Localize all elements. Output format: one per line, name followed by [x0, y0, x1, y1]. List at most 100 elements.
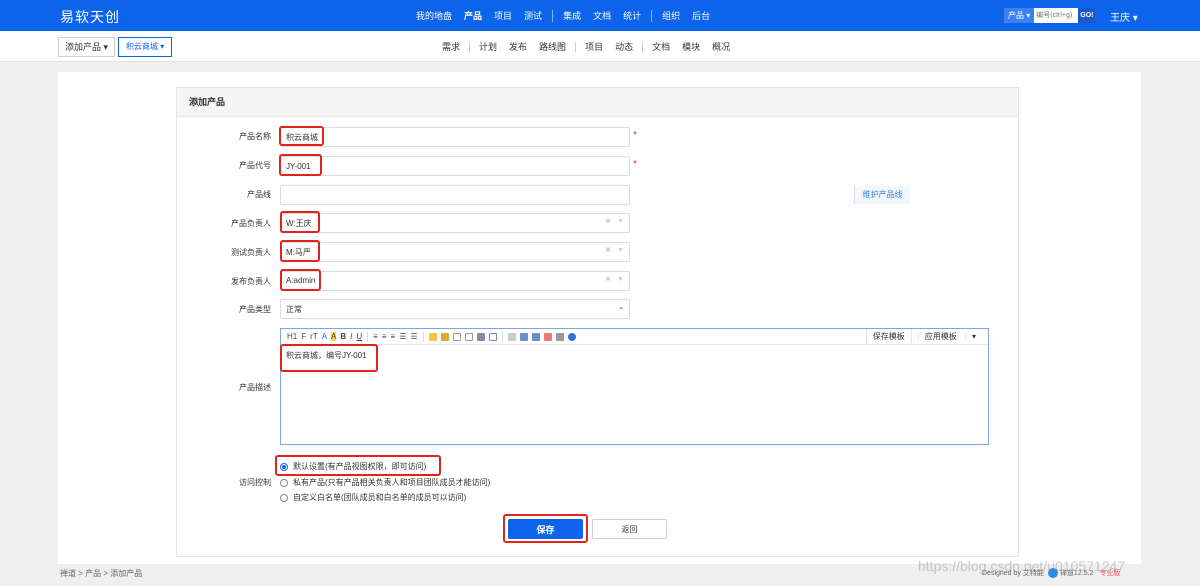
table-icon[interactable] — [464, 332, 473, 341]
chevron-down-icon: ▼ — [617, 218, 624, 225]
clear-icon[interactable]: × — [605, 274, 611, 285]
name-input[interactable] — [281, 128, 629, 146]
font-size-button[interactable]: rT — [310, 332, 318, 341]
highlight-color-button[interactable]: A — [331, 332, 337, 341]
redo-icon[interactable] — [531, 332, 540, 341]
underline-button[interactable]: U — [356, 332, 362, 341]
acl-option-private[interactable]: 私有产品(只有产品相关负责人和项目团队成员才能访问) — [280, 477, 490, 488]
name-label: 产品名称 — [239, 132, 271, 141]
search-go-button[interactable]: GO! — [1078, 8, 1096, 23]
code-field[interactable] — [280, 156, 630, 176]
clear-icon[interactable]: × — [605, 216, 611, 227]
align-left-icon[interactable]: ≡ — [373, 332, 378, 341]
breadcrumb-add-product[interactable]: 添加产品 ▾ — [58, 37, 116, 57]
radio-icon[interactable] — [280, 493, 288, 502]
nav-my[interactable]: 我的地盘 — [416, 9, 452, 22]
acl-option-custom[interactable]: 自定义白名单(团队成员和白名单的成员可以访问) — [280, 492, 466, 503]
back-button[interactable]: 返回 — [592, 519, 667, 539]
eraser-icon[interactable] — [507, 332, 516, 341]
font-color-button[interactable]: A — [322, 332, 327, 341]
radio-icon[interactable] — [280, 478, 288, 487]
select-all-icon[interactable] — [543, 332, 552, 341]
rd-value: A:admin — [286, 276, 316, 285]
template-buttons: 保存模板 应用模板 ▾ — [865, 329, 988, 345]
chevron-down-icon: ▾ — [1132, 13, 1138, 24]
nav-project[interactable]: 项目 — [494, 9, 512, 22]
nav-ci[interactable]: 集成 — [563, 9, 581, 22]
acl-option-default[interactable]: 默认设置(有产品视图权限，即可访问) — [280, 461, 426, 472]
unordered-list-icon[interactable]: ☰ — [410, 332, 417, 341]
product-sub-nav: 需求 计划 发布 路线图 项目 动态 文档 模块 概况 — [436, 31, 736, 62]
heading-button[interactable]: H1 — [287, 332, 297, 341]
name-field[interactable] — [280, 127, 630, 147]
paste-icon[interactable] — [555, 332, 564, 341]
font-family-button[interactable]: F — [301, 332, 306, 341]
line-label: 产品线 — [247, 190, 271, 199]
code-icon[interactable] — [452, 332, 461, 341]
search-input[interactable] — [1034, 8, 1079, 23]
nav-divider — [552, 9, 554, 22]
save-template-button[interactable]: 保存模板 — [865, 329, 911, 345]
save-button[interactable]: 保存 — [508, 519, 583, 539]
nav-product[interactable]: 产品 — [464, 9, 482, 22]
acl-option-label: 默认设置(有产品视图权限，即可访问) — [293, 462, 427, 471]
breadcrumb-label: 添加产品 — [65, 42, 102, 52]
bold-button[interactable]: B — [340, 332, 346, 341]
footer-breadcrumb: 禅道 > 产品 > 添加产品 — [60, 569, 143, 578]
nav-divider — [651, 9, 653, 22]
required-mark: * — [633, 159, 637, 170]
subnav-view[interactable]: 概况 — [712, 40, 730, 53]
italic-button[interactable]: I — [350, 332, 352, 341]
subnav-module[interactable]: 模块 — [682, 40, 700, 53]
align-center-icon[interactable]: ≡ — [382, 332, 387, 341]
toolbar-divider — [367, 331, 369, 342]
rd-select[interactable]: A:admin × ▼ — [280, 271, 630, 291]
subnav-project[interactable]: 项目 — [585, 40, 603, 53]
apply-template-button[interactable]: 应用模板 ▾ — [910, 329, 988, 345]
subnav-doc[interactable]: 文档 — [652, 40, 670, 53]
breadcrumb-label: 积云商城 — [126, 42, 158, 51]
type-select[interactable]: 正常 ⌄ — [280, 299, 630, 319]
undo-icon[interactable] — [519, 332, 528, 341]
chevron-down-icon: ⌄ — [618, 304, 624, 311]
po-select[interactable]: W:王庆 × ▼ — [280, 213, 630, 233]
edition-label[interactable]: 专业版 — [1099, 568, 1120, 578]
ordered-list-icon[interactable]: ☰ — [399, 332, 406, 341]
chevron-down-icon: ▾ — [964, 332, 982, 341]
acl-option-label: 私有产品(只有产品相关负责人和项目团队成员才能访问) — [293, 478, 491, 487]
clear-icon[interactable]: × — [605, 245, 611, 256]
code-input[interactable] — [281, 157, 629, 175]
qd-select[interactable]: M:马严 × ▼ — [280, 242, 630, 262]
subnav-story[interactable]: 需求 — [442, 40, 460, 53]
top-navbar: 易软天创 我的地盘 产品 项目 测试 集成 文档 统计 组织 后台 产品 ▾ G… — [0, 0, 1200, 31]
fullscreen-icon[interactable] — [488, 332, 497, 341]
user-menu[interactable]: 王庆 ▾ — [1110, 9, 1138, 24]
subnav-divider — [469, 41, 471, 52]
nav-admin[interactable]: 后台 — [692, 9, 710, 22]
help-icon[interactable] — [567, 332, 576, 341]
version-label[interactable]: 禅道12.5.2 — [1060, 568, 1093, 578]
line-select[interactable]: 维护产品线 — [280, 185, 910, 205]
subnav-release[interactable]: 发布 — [509, 40, 527, 53]
editor-toolbar: H1 F rT A A B I U ≡ ≡ ≡ ☰ ☰ 保存模板 应用模板 ▾ — [281, 329, 988, 345]
breadcrumb-product[interactable]: 积云商城 ▾ — [118, 37, 173, 57]
emoji-icon[interactable] — [428, 332, 437, 341]
rich-text-editor[interactable]: H1 F rT A A B I U ≡ ≡ ≡ ☰ ☰ 保存模板 应用模板 ▾ … — [280, 328, 989, 445]
brand-logo[interactable]: 易软天创 — [60, 7, 120, 27]
nav-company[interactable]: 组织 — [662, 9, 680, 22]
image-icon[interactable] — [440, 332, 449, 341]
align-right-icon[interactable]: ≡ — [391, 332, 396, 341]
nav-doc[interactable]: 文档 — [593, 9, 611, 22]
desc-label: 产品描述 — [239, 383, 271, 392]
subnav-plan[interactable]: 计划 — [479, 40, 497, 53]
maintain-line-button[interactable]: 维护产品线 — [854, 186, 910, 204]
subnav-divider — [575, 41, 577, 52]
subnav-dynamic[interactable]: 动态 — [615, 40, 633, 53]
link-icon[interactable] — [476, 332, 485, 341]
editor-content[interactable]: 积云商城，编号JY-001 — [281, 345, 988, 366]
radio-checked-icon[interactable] — [280, 462, 288, 471]
search-scope-select[interactable]: 产品 ▾ — [1004, 8, 1035, 23]
nav-qa[interactable]: 测试 — [524, 9, 542, 22]
nav-report[interactable]: 统计 — [623, 9, 641, 22]
subnav-roadmap[interactable]: 路线图 — [539, 40, 566, 53]
